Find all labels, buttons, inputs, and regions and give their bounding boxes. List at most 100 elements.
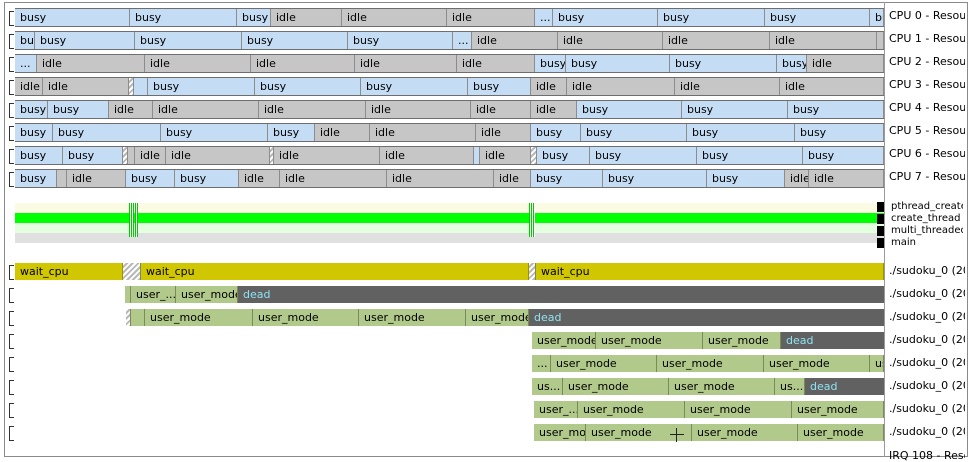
process-label[interactable]: ./sudoku_0 (20 xyxy=(889,333,965,346)
process-state-wait[interactable]: wait_cpu xyxy=(536,263,884,280)
cpu-resource-label[interactable]: CPU 1 - Resource xyxy=(889,32,965,45)
cpu-state-busy[interactable]: busy xyxy=(15,32,35,49)
cpu-state-busy[interactable]: busy xyxy=(255,78,361,95)
cpu-state-busy[interactable]: busy xyxy=(537,147,590,164)
expand-tree-bracket[interactable] xyxy=(9,80,14,95)
cpu-resource-label[interactable]: CPU 7 - Resource xyxy=(889,170,965,183)
cpu-state-busy[interactable] xyxy=(134,78,148,95)
cpu-row-1[interactable]: busybusybusybusybusy...idleidleidleidle xyxy=(15,31,884,50)
process-row-3[interactable]: user_mode user_mode user_mode dead xyxy=(15,332,884,349)
cpu-state-busy[interactable]: busy xyxy=(707,170,785,187)
process-state-user[interactable]: user_... xyxy=(131,286,176,303)
cpu-state-idle[interactable]: idle xyxy=(387,170,494,187)
process-state-user[interactable]: user_mode xyxy=(792,401,884,418)
cpu-state-busy[interactable]: ... xyxy=(453,32,472,49)
process-label[interactable]: ./sudoku_0 (20 xyxy=(889,379,965,392)
cpu-state-busy[interactable]: busy xyxy=(803,147,884,164)
process-label[interactable]: ./sudoku_0 (20 xyxy=(889,264,965,277)
cpu-state-busy[interactable]: busy xyxy=(603,170,707,187)
cpu-state-idle[interactable]: idle xyxy=(380,147,474,164)
expand-tree-bracket[interactable] xyxy=(9,311,14,326)
cpu-state-idle[interactable]: idle xyxy=(785,170,809,187)
cpu-state-busy[interactable]: busy xyxy=(161,124,268,141)
expand-tree-bracket[interactable] xyxy=(9,334,14,349)
expand-tree-bracket[interactable] xyxy=(9,126,14,141)
expand-tree-bracket[interactable] xyxy=(9,11,14,26)
process-state-dead[interactable]: dead xyxy=(529,309,884,326)
cpu-state-idle[interactable]: idle xyxy=(567,78,675,95)
process-state-user[interactable]: user_mode xyxy=(359,309,466,326)
cpu-state-busy[interactable]: busy xyxy=(15,170,57,187)
cpu-state-busy[interactable]: busy xyxy=(361,78,468,95)
expand-tree-bracket[interactable] xyxy=(9,403,14,418)
cpu-row-5[interactable]: busy busy busy busy idle idle idle busy busy busy… xyxy=(15,123,884,142)
cpu-state-busy[interactable]: busy xyxy=(535,55,566,72)
expand-tree-bracket[interactable] xyxy=(9,265,14,280)
process-state-user[interactable]: user_mode xyxy=(692,424,798,441)
cpu-state-busy[interactable]: busy xyxy=(553,9,658,26)
expand-tree-bracket[interactable] xyxy=(9,380,14,395)
process-state-user[interactable]: us... xyxy=(775,378,805,395)
process-state-user[interactable]: user_mode xyxy=(669,378,775,395)
process-state-user[interactable]: ... xyxy=(532,355,551,372)
expand-tree-bracket[interactable] xyxy=(9,149,14,164)
cpu-state-idle[interactable]: idle xyxy=(342,9,447,26)
cpu-state-busy[interactable]: busy xyxy=(697,147,803,164)
cpu-state-idle[interactable]: idle xyxy=(280,170,387,187)
cpu-state-busy[interactable]: busy xyxy=(531,170,603,187)
cpu-resource-label[interactable]: CPU 6 - Resource xyxy=(889,147,965,160)
process-state-user[interactable]: user_mode xyxy=(798,424,884,441)
cpu-row-7[interactable]: busy idle busy busy idle idle idle idle busy busy… xyxy=(15,169,884,188)
cpu-state-busy[interactable]: busy xyxy=(531,124,581,141)
process-label[interactable]: ./sudoku_0 (20 xyxy=(889,287,965,300)
cpu-state-idle[interactable]: idle xyxy=(531,101,577,118)
cpu-state-busy[interactable]: busy xyxy=(658,9,765,26)
process-row-6[interactable]: user_... user_mode user_mode user_mode xyxy=(15,401,884,418)
cpu-state-busy[interactable]: busy xyxy=(777,55,807,72)
cpu-state-busy[interactable]: busy xyxy=(581,124,687,141)
process-label[interactable]: ./sudoku_0 (20 xyxy=(889,425,965,438)
cpu-state-idle[interactable]: idle xyxy=(315,124,370,141)
cpu-state-busy[interactable]: busy xyxy=(670,55,777,72)
cpu-state-busy[interactable]: bu xyxy=(870,9,884,26)
cpu-state-busy[interactable]: busy xyxy=(53,124,161,141)
process-state-user[interactable] xyxy=(131,309,145,326)
cpu-state-busy[interactable]: busy xyxy=(687,124,795,141)
cpu-state-idle[interactable]: idle xyxy=(675,78,780,95)
cpu-state-idle[interactable]: idle xyxy=(239,170,280,187)
cpu-resource-label[interactable]: CPU 0 - Resource xyxy=(889,9,965,22)
cpu-state-idle[interactable]: idle xyxy=(809,170,884,187)
cpu-row-2[interactable]: ... idle idle idle idle idle busy busy busy busy i… xyxy=(15,54,884,73)
expand-tree-bracket[interactable] xyxy=(9,172,14,187)
cpu-state-idle[interactable]: idle xyxy=(355,55,457,72)
process-state-user[interactable]: user_mode xyxy=(578,401,685,418)
cpu-state-busy[interactable]: busy xyxy=(130,9,237,26)
process-state-hatch[interactable] xyxy=(529,263,536,280)
cpu-state-busy[interactable]: busy xyxy=(468,78,531,95)
cpu-state-idle[interactable]: idle xyxy=(271,9,342,26)
cpu-state-busy[interactable]: busy xyxy=(15,147,63,164)
cpu-row-6[interactable]: busy busy idle idle idle idle idle busy busy busy… xyxy=(15,146,884,165)
cpu-state-busy[interactable]: busy xyxy=(242,32,348,49)
cpu-state-idle[interactable]: idle xyxy=(447,9,535,26)
process-state-user[interactable]: user_mode xyxy=(685,401,792,418)
cpu-state-idle[interactable]: idle xyxy=(15,78,43,95)
process-state-user[interactable]: us... xyxy=(532,378,563,395)
expand-tree-bracket[interactable] xyxy=(9,57,14,72)
cpu-state-busy[interactable]: busy xyxy=(348,32,453,49)
cpu-row-3[interactable]: idle idle busy busy busy busy idle idle idle idle xyxy=(15,77,884,96)
process-row-4[interactable]: ...user_modeuser_modeuser_modeus xyxy=(15,355,884,372)
cpu-state-busy[interactable]: busy xyxy=(63,147,123,164)
cpu-state-busy[interactable]: busy xyxy=(682,101,788,118)
expand-tree-bracket[interactable] xyxy=(9,357,14,372)
process-state-user[interactable]: user_mode xyxy=(703,332,781,349)
cpu-resource-label[interactable]: CPU 5 - Resource xyxy=(889,124,965,137)
process-row-2[interactable]: user_mode user_mode user_mode user_mode dead xyxy=(15,309,884,326)
cpu-state-idle[interactable]: idle xyxy=(251,55,355,72)
process-state-hatch[interactable] xyxy=(123,263,141,280)
cpu-state-idle[interactable]: idle xyxy=(153,101,259,118)
process-state-user[interactable]: user_mode xyxy=(764,355,870,372)
cpu-state-busy[interactable]: busy xyxy=(788,101,884,118)
cpu-state-idle[interactable]: idle xyxy=(43,78,129,95)
cpu-state-busy[interactable]: busy xyxy=(175,170,239,187)
